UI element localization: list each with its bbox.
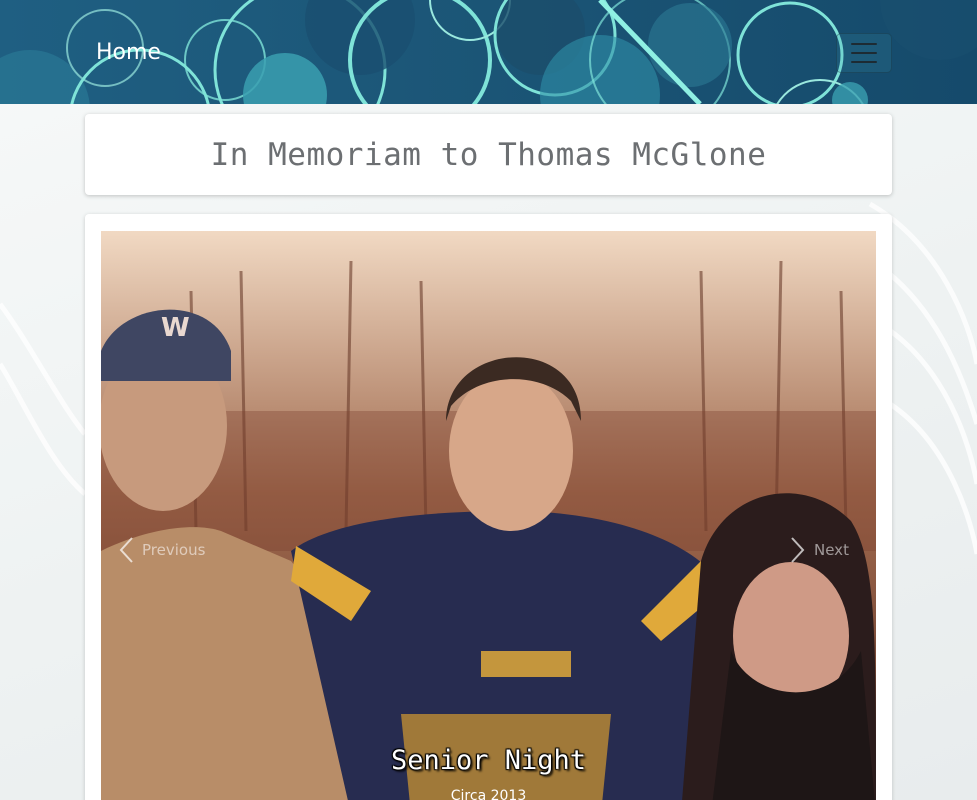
chevron-left-icon bbox=[119, 537, 133, 563]
hamburger-icon bbox=[851, 43, 877, 63]
carousel-previous-button[interactable]: Previous bbox=[118, 536, 205, 564]
top-navbar: Home bbox=[0, 0, 977, 104]
svg-text:W: W bbox=[161, 313, 190, 343]
home-link[interactable]: Home bbox=[96, 40, 161, 65]
previous-label: Previous bbox=[142, 541, 206, 559]
carousel-next-button[interactable]: Next bbox=[790, 536, 849, 564]
title-card: In Memoriam to Thomas McGlone bbox=[85, 114, 892, 195]
navbar-toggle-button[interactable] bbox=[836, 33, 892, 73]
slide-caption-subtitle: Circa 2013 bbox=[450, 788, 527, 800]
next-label: Next bbox=[814, 541, 849, 559]
chevron-right-icon bbox=[791, 537, 805, 563]
slide-caption-title: Senior Night bbox=[390, 745, 587, 776]
photo-illustration: W bbox=[101, 231, 876, 800]
photo-carousel: W Previous Next Senior Night Circa 2013 bbox=[85, 214, 892, 800]
carousel-slide-photo: W bbox=[101, 231, 876, 800]
page-title: In Memoriam to Thomas McGlone bbox=[210, 136, 767, 173]
